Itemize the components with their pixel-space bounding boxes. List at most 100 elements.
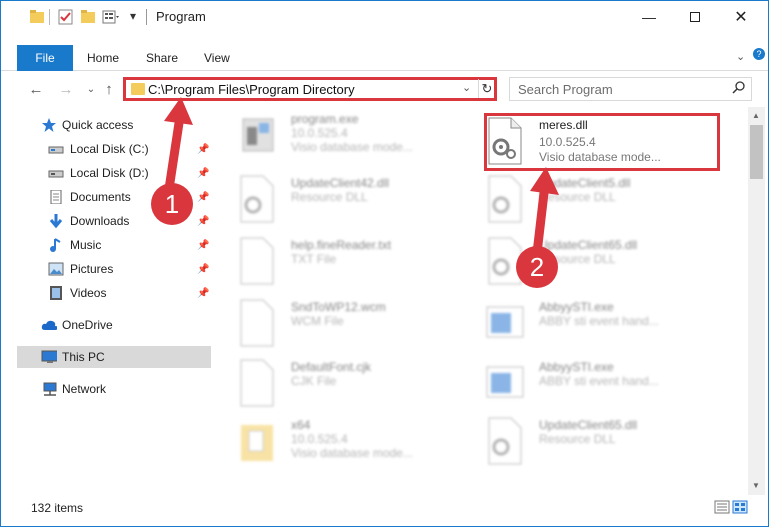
maximize-button[interactable] <box>672 1 718 32</box>
sidebar-item-local-disk-d[interactable]: Local Disk (D:) 📌 <box>17 162 211 184</box>
search-box[interactable]: Search Program <box>509 77 752 101</box>
sidebar-item-label: Music <box>70 238 102 252</box>
folder-icon <box>131 83 145 95</box>
pin-icon[interactable]: 📌 <box>197 144 209 155</box>
sidebar-item-pictures[interactable]: Pictures 📌 <box>17 258 211 280</box>
file-description: TXT File <box>291 252 337 266</box>
recent-locations-icon[interactable]: ⌄ <box>81 79 101 99</box>
txt-file-icon <box>240 237 274 285</box>
cjk-file-icon <box>240 359 274 407</box>
sidebar-item-label: Videos <box>70 286 107 300</box>
file-version: 10.0.525.4 <box>291 126 348 140</box>
quick-access-dropdown-icon[interactable]: ▾ <box>130 9 136 23</box>
file-name: UpdateClient65.dll <box>539 418 638 432</box>
navigation-bar: ← → ⌄ ↑ C:\Program Files\Program Directo… <box>1 73 768 105</box>
sidebar-item-videos[interactable]: Videos 📌 <box>17 282 211 304</box>
window-title: Program <box>156 9 206 24</box>
step-badge-2: 2 <box>516 246 558 288</box>
exe-file-icon <box>486 366 524 398</box>
tab-share[interactable]: Share <box>146 45 178 71</box>
back-arrow-icon[interactable]: ← <box>26 79 46 99</box>
sidebar-item-quick-access[interactable]: Quick access <box>17 114 211 136</box>
file-item[interactable]: DefaultFont.cjk CJK File <box>233 355 473 413</box>
navigation-pane: Quick access Local Disk (C:) 📌 Local Dis… <box>17 112 211 402</box>
file-item[interactable]: UpdateClient5.dll Resource DLL <box>481 171 721 229</box>
cloud-icon <box>41 320 57 330</box>
computer-icon <box>41 350 57 363</box>
file-description: Resource DLL <box>539 432 616 446</box>
address-bar[interactable]: C:\Program Files\Program Directory ⌄ ↻ <box>123 77 497 101</box>
sidebar-item-label: Network <box>62 382 107 396</box>
address-path[interactable]: C:\Program Files\Program Directory <box>148 82 355 97</box>
customize-icon[interactable] <box>102 9 120 25</box>
file-name: AbbyySTI.exe <box>539 360 614 374</box>
dll-file-icon <box>240 175 274 223</box>
new-folder-icon[interactable] <box>80 9 96 25</box>
folder-icon[interactable] <box>29 9 45 25</box>
search-icon[interactable] <box>732 81 745 94</box>
tab-view[interactable]: View <box>204 45 230 71</box>
title-bar: ▾ Program — ✕ <box>1 1 768 32</box>
search-input[interactable]: Search Program <box>518 82 613 97</box>
scrollbar-thumb[interactable] <box>750 125 763 179</box>
network-icon <box>43 382 57 396</box>
refresh-icon[interactable]: ↻ <box>478 79 495 98</box>
file-item[interactable]: help.fineReader.txt TXT File <box>233 233 473 291</box>
file-item[interactable]: UpdateClient42.dll Resource DLL <box>233 171 473 229</box>
pin-icon[interactable]: 📌 <box>197 192 209 203</box>
file-description: Resource DLL <box>291 190 368 204</box>
expand-ribbon-icon[interactable]: ⌄ <box>736 50 745 63</box>
sidebar-item-local-disk-c[interactable]: Local Disk (C:) 📌 <box>17 138 211 160</box>
exe-file-icon <box>486 306 524 338</box>
help-icon[interactable]: ? <box>753 48 765 60</box>
dll-file-icon <box>488 417 522 465</box>
pin-icon[interactable]: 📌 <box>197 216 209 227</box>
title-separator <box>146 9 147 25</box>
videos-icon <box>50 286 62 300</box>
music-icon <box>50 238 61 252</box>
tab-file[interactable]: File <box>17 45 73 71</box>
sidebar-item-label: Documents <box>70 190 131 204</box>
file-item[interactable]: AbbyySTI.exe ABBY sti event hand... <box>481 295 721 353</box>
file-name: UpdateClient5.dll <box>539 176 631 190</box>
file-name: UpdateClient42.dll <box>291 176 390 190</box>
forward-arrow-icon[interactable]: → <box>56 79 76 99</box>
sidebar-item-network[interactable]: Network <box>17 378 211 400</box>
properties-icon[interactable] <box>58 9 74 25</box>
file-description: Visio database mode... <box>291 446 413 460</box>
chevron-down-icon[interactable]: ⌄ <box>462 81 471 94</box>
sidebar-item-music[interactable]: Music 📌 <box>17 234 211 256</box>
file-item[interactable]: AbbyySTI.exe ABBY sti event hand... <box>481 355 721 413</box>
sidebar-item-this-pc[interactable]: This PC <box>17 346 211 368</box>
close-button[interactable]: ✕ <box>718 1 764 32</box>
sidebar-item-label: Quick access <box>62 118 134 132</box>
scroll-down-icon[interactable]: ▼ <box>752 481 760 490</box>
sidebar-item-onedrive[interactable]: OneDrive <box>17 314 211 336</box>
pin-icon[interactable]: 📌 <box>197 240 209 251</box>
file-item[interactable]: x64 10.0.525.4 Visio database mode... <box>233 413 473 471</box>
view-toggle <box>714 499 750 518</box>
sidebar-item-label: OneDrive <box>62 318 113 332</box>
file-item[interactable]: UpdateClient65.dll Resource DLL <box>481 413 721 471</box>
status-item-count: 132 items <box>31 501 84 515</box>
file-item[interactable]: SndToWP12.wcm WCM File <box>233 295 473 353</box>
explorer-window: ▾ Program — ✕ File Home Share View ⌄ ? ←… <box>0 0 769 527</box>
drive-icon <box>48 170 64 178</box>
file-name: AbbyySTI.exe <box>539 300 614 314</box>
file-item[interactable]: program.exe 10.0.525.4 Visio database mo… <box>233 107 473 165</box>
pin-icon[interactable]: 📌 <box>197 168 209 179</box>
file-description: ABBY sti event hand... <box>539 314 659 328</box>
tab-home[interactable]: Home <box>87 45 119 71</box>
scroll-up-icon[interactable]: ▲ <box>752 111 760 120</box>
up-arrow-icon[interactable]: ↑ <box>99 79 119 99</box>
file-name: help.fineReader.txt <box>291 238 392 252</box>
file-description: Resource DLL <box>539 190 616 204</box>
file-description: ABBY sti event hand... <box>539 374 659 388</box>
pin-icon[interactable]: 📌 <box>197 264 209 275</box>
pin-icon[interactable]: 📌 <box>197 288 209 299</box>
vertical-scrollbar[interactable]: ▲ ▼ <box>748 107 765 495</box>
details-view-icon[interactable] <box>714 499 750 515</box>
minimize-button[interactable]: — <box>626 1 672 32</box>
ribbon-tabs: File Home Share View ⌄ ? <box>1 45 768 71</box>
pictures-icon <box>48 262 64 276</box>
